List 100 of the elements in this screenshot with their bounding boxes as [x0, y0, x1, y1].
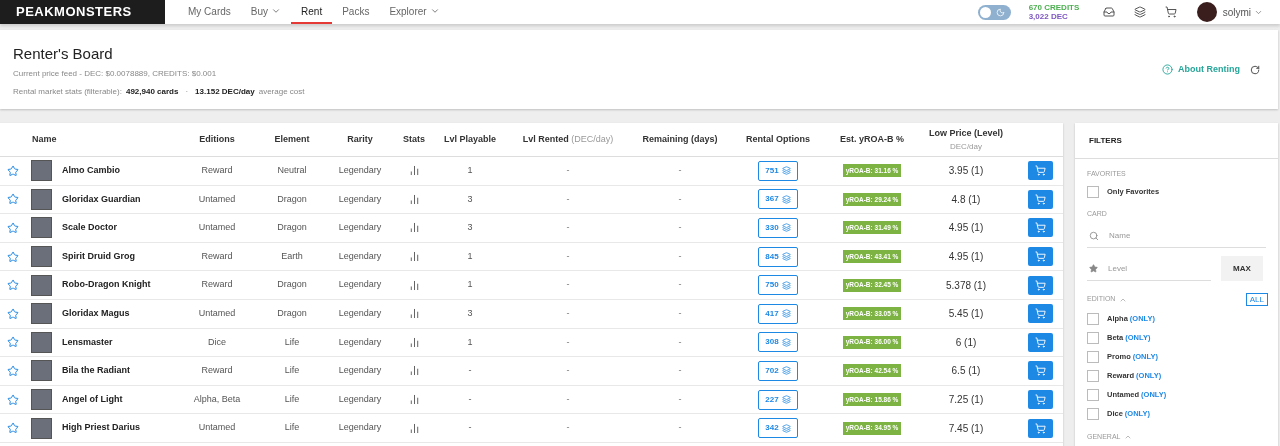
- nav-tab[interactable]: My Cards: [178, 0, 241, 24]
- column-header[interactable]: Stats: [388, 132, 440, 147]
- card-name[interactable]: Lensmaster: [62, 335, 182, 350]
- checkbox[interactable]: [1087, 185, 1099, 198]
- stats-icon[interactable]: [408, 193, 420, 205]
- level-playable-cell-text: 1: [466, 164, 474, 178]
- stats-icon[interactable]: [408, 308, 420, 320]
- rent-cart-button[interactable]: [1027, 275, 1053, 295]
- card-name[interactable]: Spirit Druid Grog: [62, 249, 182, 264]
- card-name[interactable]: Gloridax Guardian: [62, 192, 182, 207]
- star-icon[interactable]: [7, 222, 19, 234]
- rental-options-button[interactable]: 308: [758, 332, 798, 353]
- rent-cart-button[interactable]: [1027, 218, 1053, 238]
- stats-icon[interactable]: [408, 165, 420, 177]
- star-icon[interactable]: [7, 164, 19, 177]
- rental-options-button[interactable]: 342: [758, 418, 798, 439]
- logo[interactable]: PEAKMONSTERS: [0, 0, 165, 24]
- nav-tab[interactable]: Buy: [240, 0, 292, 24]
- rent-cart-button[interactable]: [1027, 390, 1053, 410]
- stats-icon[interactable]: [408, 336, 420, 348]
- column-header[interactable]: Lvl Playable: [440, 132, 500, 147]
- all-button[interactable]: ALL: [1245, 293, 1268, 306]
- edition-cell-text: Reward: [200, 249, 234, 263]
- rarity-cell-text: Legendary: [337, 335, 383, 349]
- card-name[interactable]: Bila the Radiant: [62, 364, 182, 378]
- star-icon[interactable]: [7, 193, 19, 206]
- rental-options-button[interactable]: 751: [758, 160, 798, 181]
- rent-cart-button[interactable]: [1027, 418, 1053, 438]
- column-header[interactable]: Rental Options: [724, 132, 832, 147]
- column-header[interactable]: Est. yROA-B %: [832, 132, 912, 147]
- rent-cart-button[interactable]: [1027, 189, 1053, 209]
- avatar[interactable]: [1196, 2, 1217, 22]
- inbox-icon[interactable]: [1102, 6, 1115, 18]
- level-field[interactable]: Level: [1108, 258, 1208, 279]
- max-button[interactable]: MAX: [1221, 256, 1263, 281]
- rental-options-button[interactable]: 227: [758, 389, 798, 410]
- level-rented-cell-text: -: [565, 392, 571, 406]
- low-price-cell-text: 3.95 (1): [947, 164, 985, 179]
- rent-cart-button[interactable]: [1027, 247, 1053, 267]
- checkbox[interactable]: [1087, 370, 1099, 382]
- card-name[interactable]: Robo-Dragon Knight: [62, 278, 182, 292]
- remaining-cell-text: -: [677, 192, 683, 206]
- star-icon[interactable]: [7, 422, 19, 435]
- column-header[interactable]: Editions: [182, 132, 252, 147]
- card-thumbnail: [31, 217, 52, 239]
- rent-cart-button[interactable]: [1027, 361, 1053, 381]
- column-header[interactable]: Rarity: [332, 132, 388, 147]
- stats-icon[interactable]: [408, 279, 420, 291]
- star-icon[interactable]: [7, 307, 19, 320]
- element-cell-text: Dragon: [276, 221, 308, 235]
- checkbox[interactable]: [1087, 351, 1099, 363]
- stats-icon[interactable]: [408, 251, 420, 263]
- nav-tab[interactable]: Packs: [332, 0, 380, 24]
- theme-toggle[interactable]: [977, 4, 1011, 20]
- column-header[interactable]: Name: [32, 132, 182, 147]
- checkbox[interactable]: [1087, 313, 1099, 325]
- stats-icon[interactable]: [408, 422, 420, 434]
- cart-icon[interactable]: [1164, 6, 1177, 18]
- checkbox[interactable]: [1087, 408, 1099, 420]
- card-thumbnail: [31, 188, 52, 210]
- star-icon[interactable]: [7, 364, 19, 377]
- stats-icon[interactable]: [408, 222, 420, 234]
- element-cell-text: Neutral: [276, 164, 308, 178]
- cart-icon: [1034, 251, 1046, 263]
- rent-cart-button[interactable]: [1027, 304, 1053, 324]
- rental-options-button[interactable]: 702: [758, 360, 798, 381]
- nav-tab[interactable]: Explorer: [379, 0, 450, 24]
- stats-icon[interactable]: [408, 394, 420, 406]
- layers-icon[interactable]: [1133, 6, 1146, 18]
- rarity-cell-text: Legendary: [337, 164, 383, 178]
- rental-options-button[interactable]: 417: [758, 303, 798, 324]
- star-icon[interactable]: [7, 250, 19, 263]
- rent-cart-button[interactable]: [1027, 161, 1053, 181]
- rental-options-button[interactable]: 845: [758, 246, 798, 267]
- column-header[interactable]: Remaining (days): [636, 132, 724, 147]
- rental-options-button[interactable]: 367: [758, 189, 798, 210]
- refresh-icon[interactable]: [1250, 65, 1260, 75]
- level-playable-cell-text: 3: [466, 221, 474, 235]
- column-header[interactable]: Element: [252, 132, 332, 147]
- edition-cell-text: Untamed: [197, 192, 237, 206]
- stats-icon[interactable]: [408, 365, 420, 377]
- star-icon[interactable]: [7, 393, 19, 406]
- star-icon[interactable]: [7, 336, 19, 349]
- rent-cart-button[interactable]: [1027, 332, 1053, 352]
- checkbox[interactable]: [1087, 332, 1099, 344]
- checkbox[interactable]: [1087, 389, 1099, 401]
- card-name[interactable]: Angel of Light: [62, 392, 182, 407]
- rental-options-button[interactable]: 750: [758, 275, 798, 296]
- column-header[interactable]: Low Price (Level): [929, 126, 1003, 140]
- column-header[interactable]: Lvl Rented (DEC/day): [500, 132, 636, 147]
- name-search-field[interactable]: Name: [1109, 225, 1259, 246]
- card-name[interactable]: High Priest Darius: [62, 421, 182, 435]
- card-name[interactable]: Gloridax Magus: [62, 307, 182, 321]
- card-name[interactable]: Almo Cambio: [62, 164, 182, 178]
- card-name[interactable]: Scale Doctor: [62, 221, 182, 235]
- nav-tab[interactable]: Rent: [291, 0, 333, 24]
- level-playable-cell-text: -: [467, 364, 473, 378]
- star-icon[interactable]: [7, 279, 19, 292]
- username[interactable]: solymi: [1222, 4, 1251, 20]
- rental-options-button[interactable]: 330: [758, 218, 798, 238]
